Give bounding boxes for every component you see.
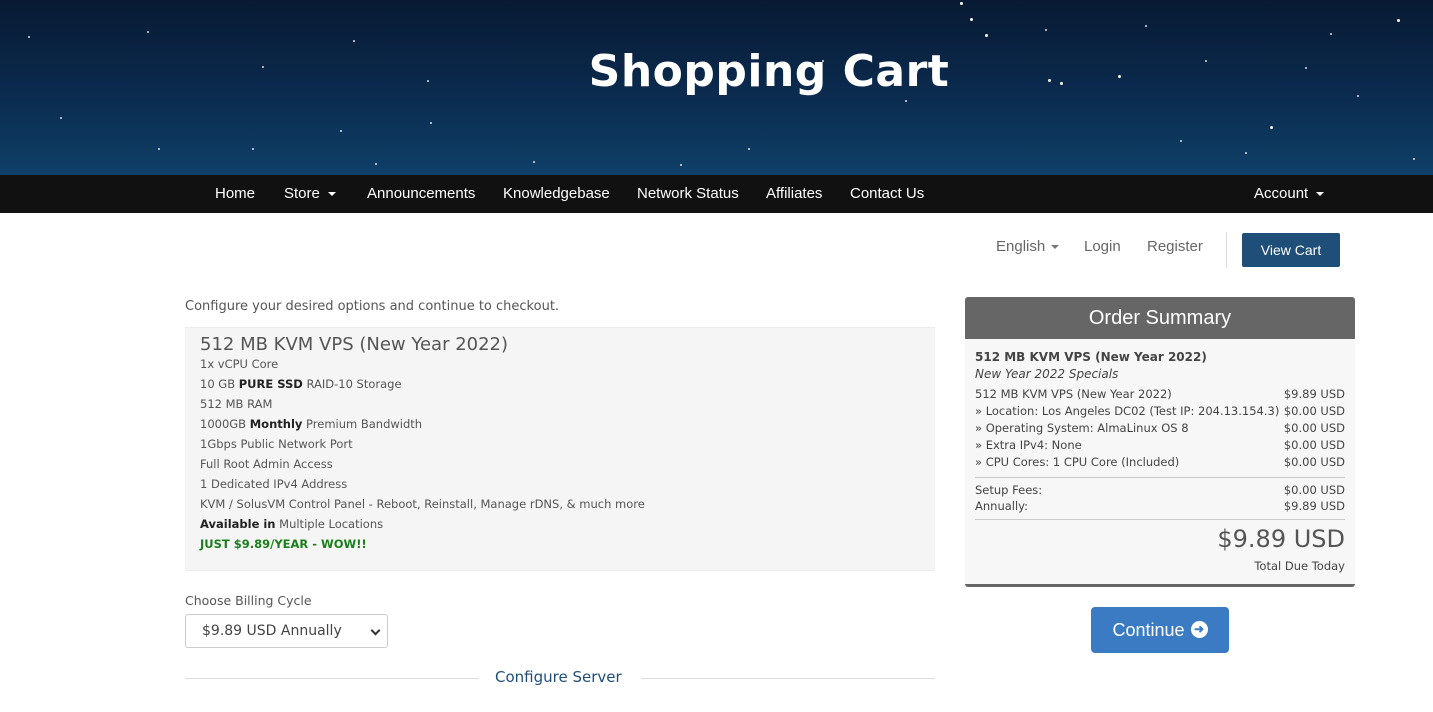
- nav-home[interactable]: Home: [215, 175, 255, 213]
- nav-network-status[interactable]: Network Status: [637, 175, 739, 213]
- divider: [1226, 232, 1227, 268]
- language-selector[interactable]: English: [996, 238, 1060, 255]
- divider: [975, 477, 1345, 478]
- summary-line-item: 512 MB KVM VPS (New Year 2022) $9.89 USD: [975, 387, 1345, 401]
- feature-highlight: Available in: [200, 517, 276, 531]
- summary-line-item: » Extra IPv4: None $0.00 USD: [975, 438, 1345, 452]
- hero-banner: Shopping Cart: [0, 0, 1433, 175]
- summary-line-label: » Operating System: AlmaLinux OS 8: [975, 421, 1189, 435]
- summary-line-amount: $0.00 USD: [1283, 404, 1345, 418]
- summary-line-label: » CPU Cores: 1 CPU Core (Included): [975, 455, 1180, 469]
- feature-text: RAID-10 Storage: [302, 377, 402, 391]
- billing-cycle-value: $9.89 USD Annually: [202, 623, 342, 639]
- nav-store[interactable]: Store: [284, 175, 336, 213]
- annually-amount: $9.89 USD: [1283, 499, 1345, 513]
- feature-item: Available in Multiple Locations: [200, 517, 383, 531]
- setup-fees-label: Setup Fees:: [975, 483, 1043, 497]
- configure-server-heading: Configure Server: [495, 668, 622, 686]
- summary-line-amount: $9.89 USD: [1283, 387, 1345, 401]
- continue-button[interactable]: Continue ➜: [1091, 607, 1229, 653]
- feature-text: 1x vCPU Core: [200, 357, 279, 371]
- total-due-amount: $9.89 USD: [1217, 525, 1345, 553]
- language-label: English: [996, 238, 1046, 255]
- total-due-label: Total Due Today: [1254, 559, 1345, 573]
- feature-item: 1 Dedicated IPv4 Address: [200, 477, 347, 491]
- summary-line-amount: $0.00 USD: [1283, 421, 1345, 435]
- setup-fees-row: Setup Fees: $0.00 USD: [975, 483, 1345, 497]
- summary-line-label: » Location: Los Angeles DC02 (Test IP: 2…: [975, 404, 1280, 418]
- divider: [975, 519, 1345, 520]
- summary-line-amount: $0.00 USD: [1283, 455, 1345, 469]
- nav-announcements[interactable]: Announcements: [367, 175, 475, 213]
- billing-cycle-select[interactable]: $9.89 USD Annually: [185, 614, 388, 648]
- annually-label: Annually:: [975, 499, 1029, 513]
- feature-text: 512 MB RAM: [200, 397, 273, 411]
- feature-item: KVM / SolusVM Control Panel - Reboot, Re…: [200, 497, 645, 511]
- feature-text: 10 GB: [200, 377, 239, 391]
- feature-text: 1 Dedicated IPv4 Address: [200, 477, 348, 491]
- caret-down-icon: [327, 192, 336, 197]
- register-link[interactable]: Register: [1147, 238, 1203, 255]
- order-summary-title: Order Summary: [965, 297, 1355, 339]
- feature-item: 512 MB RAM: [200, 397, 272, 411]
- login-link[interactable]: Login: [1084, 238, 1121, 255]
- feature-text: KVM / SolusVM Control Panel - Reboot, Re…: [200, 497, 645, 511]
- view-cart-button[interactable]: View Cart: [1242, 233, 1340, 267]
- feature-highlight: PURE SSD: [238, 377, 303, 391]
- feature-item: Full Root Admin Access: [200, 457, 333, 471]
- intro-text: Configure your desired options and conti…: [185, 299, 560, 314]
- summary-line-item: » Location: Los Angeles DC02 (Test IP: 2…: [975, 404, 1345, 418]
- summary-product-name: 512 MB KVM VPS (New Year 2022): [975, 350, 1207, 364]
- summary-product-group: New Year 2022 Specials: [975, 367, 1119, 381]
- feature-text: Multiple Locations: [275, 517, 384, 531]
- summary-line-label: » Extra IPv4: None: [975, 438, 1082, 452]
- chevron-down-icon: [370, 625, 381, 636]
- divider: [641, 678, 935, 679]
- feature-text: Full Root Admin Access: [200, 457, 333, 471]
- setup-fees-amount: $0.00 USD: [1283, 483, 1345, 497]
- product-info-panel: 512 MB KVM VPS (New Year 2022) 1x vCPU C…: [185, 327, 935, 571]
- promo-text: JUST $9.89/YEAR - WOW!!: [200, 537, 367, 551]
- nav-account[interactable]: Account: [1254, 175, 1325, 213]
- nav-contact-us[interactable]: Contact Us: [850, 175, 924, 213]
- nav-affiliates[interactable]: Affiliates: [766, 175, 822, 213]
- feature-text: 1Gbps Public Network Port: [200, 437, 353, 451]
- feature-item: 10 GB PURE SSD RAID-10 Storage: [200, 377, 402, 391]
- feature-highlight: Monthly: [249, 417, 303, 431]
- billing-cycle-label: Choose Billing Cycle: [185, 593, 312, 608]
- nav-knowledgebase[interactable]: Knowledgebase: [503, 175, 610, 213]
- summary-line-item: » CPU Cores: 1 CPU Core (Included) $0.00 …: [975, 455, 1345, 469]
- nav-store-label: Store: [284, 185, 320, 202]
- continue-label: Continue: [1112, 620, 1185, 640]
- annually-row: Annually: $9.89 USD: [975, 499, 1345, 513]
- feature-text: 1000GB: [200, 417, 250, 431]
- feature-item: 1000GB Monthly Premium Bandwidth: [200, 417, 422, 431]
- product-name: 512 MB KVM VPS (New Year 2022): [200, 334, 509, 355]
- divider: [185, 678, 479, 679]
- page-title: Shopping Cart: [588, 46, 950, 97]
- caret-down-icon: [1051, 245, 1060, 250]
- feature-item: 1x vCPU Core: [200, 357, 278, 371]
- nav-account-label: Account: [1254, 185, 1309, 202]
- summary-line-item: » Operating System: AlmaLinux OS 8 $0.00 …: [975, 421, 1345, 435]
- caret-down-icon: [1316, 192, 1325, 197]
- feature-item: 1Gbps Public Network Port: [200, 437, 353, 451]
- summary-line-amount: $0.00 USD: [1283, 438, 1345, 452]
- order-summary: Order Summary 512 MB KVM VPS (New Year 2…: [965, 297, 1355, 587]
- arrow-circle-right-icon: ➜: [1190, 620, 1208, 638]
- summary-line-label: 512 MB KVM VPS (New Year 2022): [975, 387, 1172, 401]
- main-navbar: Home Store Announcements Knowledgebase N…: [0, 175, 1433, 213]
- feature-text: Premium Bandwidth: [302, 417, 423, 431]
